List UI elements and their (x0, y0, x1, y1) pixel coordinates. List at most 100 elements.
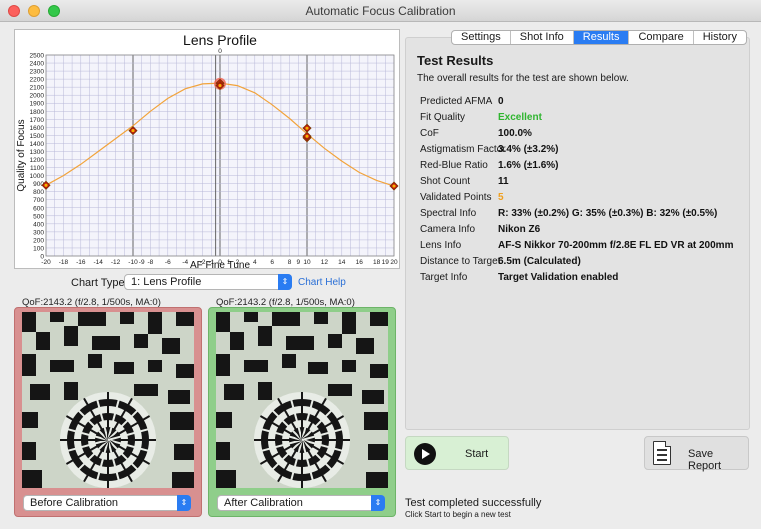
y-tick-label: 100 (33, 245, 44, 252)
data-point-center (392, 184, 396, 188)
tab-bar: Settings Shot Info Results Compare Histo… (451, 30, 747, 45)
x-tick-label: 19 (382, 259, 390, 266)
result-row: Camera Info Nikon Z6 (420, 224, 750, 238)
result-key: Predicted AFMA (420, 96, 493, 107)
chart-type-label: Chart Type (71, 277, 125, 289)
x-tick-label: 20 (390, 259, 398, 266)
x-tick-label: 16 (356, 259, 364, 266)
before-calibration-panel: Before Calibration ⇕ (14, 307, 202, 517)
save-report-label: Save Report (688, 448, 722, 472)
x-tick-label: 6 (270, 259, 274, 266)
before-calibration-select[interactable]: Before Calibration ⇕ (23, 495, 191, 511)
y-tick-label: 700 (33, 197, 44, 204)
tab-compare[interactable]: Compare (629, 31, 694, 44)
y-tick-label: 800 (33, 189, 44, 196)
result-key: Distance to Target (420, 256, 501, 267)
result-row: Distance to Target 6.5m (Calculated) (420, 256, 750, 270)
chart-type-select[interactable]: 1: Lens Profile ⇕ (124, 274, 292, 290)
before-select-value: Before Calibration (30, 497, 119, 509)
after-calibration-select[interactable]: After Calibration ⇕ (217, 495, 385, 511)
chart-title: Lens Profile (183, 32, 257, 48)
result-value: 11 (498, 176, 509, 187)
status-hint: Click Start to begin a new test (405, 510, 511, 519)
result-row: CoF 100.0% (420, 128, 750, 142)
x-tick-label: -20 (41, 259, 51, 266)
data-point-center (218, 83, 222, 88)
y-tick-label: 1600 (30, 125, 45, 132)
after-select-value: After Calibration (224, 497, 303, 509)
data-point-center (305, 134, 309, 138)
result-value: 0 (498, 96, 504, 107)
result-row: Fit Quality Excellent (420, 112, 750, 126)
x-tick-label: 12 (321, 259, 329, 266)
data-point-center (44, 183, 48, 187)
y-tick-label: 1700 (30, 117, 45, 124)
y-tick-label: 2500 (30, 53, 45, 60)
save-report-button[interactable]: Save Report (644, 436, 749, 472)
results-description: The overall results for the test are sho… (417, 73, 629, 84)
y-tick-label: 2300 (30, 69, 45, 76)
y-tick-label: 1100 (30, 165, 44, 172)
before-target-image (22, 312, 194, 488)
result-row: Target Info Target Validation enabled (420, 272, 750, 286)
y-tick-label: 2200 (30, 77, 45, 84)
play-icon (414, 443, 436, 465)
result-value: R: 33% (±0.2%) G: 35% (±0.3%) B: 32% (±0… (498, 208, 718, 219)
lens-profile-chart-svg: 0100200300400500600700800900100011001200… (16, 32, 399, 270)
result-key: Fit Quality (420, 112, 466, 123)
y-tick-label: 300 (33, 229, 44, 236)
tab-history[interactable]: History (694, 31, 746, 44)
y-tick-label: 600 (33, 205, 44, 212)
result-key: Astigmatism Factor (420, 144, 506, 155)
x-tick-label: -18 (59, 259, 69, 266)
result-key: Lens Info (420, 240, 462, 251)
result-row: Astigmatism Factor 3.4% (±3.2%) (420, 144, 750, 158)
tab-results[interactable]: Results (573, 31, 630, 44)
result-row: Predicted AFMA 0 (420, 96, 750, 110)
y-tick-label: 1000 (30, 173, 45, 180)
y-tick-label: 500 (33, 213, 44, 220)
result-row: Spectral Info R: 33% (±0.2%) G: 35% (±0.3… (420, 208, 750, 222)
top-marker-label: 0 (218, 48, 222, 55)
y-tick-label: 1500 (30, 133, 45, 140)
x-tick-label: -4 (182, 259, 188, 266)
y-axis-label: Quality of Focus (16, 119, 27, 191)
result-value: 1.6% (±1.6%) (498, 160, 559, 171)
result-value: Excellent (498, 112, 542, 123)
result-value: 100.0% (498, 128, 532, 139)
result-value: Target Validation enabled (498, 272, 619, 283)
result-key: Red-Blue Ratio (420, 160, 488, 171)
start-button[interactable]: Start (405, 436, 509, 470)
chart-help-link[interactable]: Chart Help (298, 277, 346, 288)
y-tick-label: 400 (33, 221, 44, 228)
x-tick-label: -6 (165, 259, 171, 266)
results-panel: Test Results The overall results for the… (405, 37, 750, 430)
x-tick-label: -16 (76, 259, 86, 266)
y-tick-label: 2000 (30, 93, 45, 100)
tab-shot-info[interactable]: Shot Info (511, 31, 574, 44)
y-tick-label: 2400 (30, 61, 45, 68)
result-key: Shot Count (420, 176, 471, 187)
chart-type-value: 1: Lens Profile (131, 276, 202, 288)
result-key: Camera Info (420, 224, 476, 235)
result-key: Validated Points (420, 192, 492, 203)
result-key: Spectral Info (420, 208, 477, 219)
x-tick-label: 8 (288, 259, 292, 266)
app-window: Automatic Focus Calibration 0 100 200 300 40… (0, 0, 761, 529)
result-value: Nikon Z6 (498, 224, 541, 235)
x-tick-label: -14 (93, 259, 103, 266)
result-value: 3.4% (±3.2%) (498, 144, 559, 155)
data-point-center (131, 128, 135, 133)
report-icon (653, 441, 671, 465)
result-key: Target Info (420, 272, 468, 283)
chevron-updown-icon: ⇕ (278, 274, 292, 290)
chevron-updown-icon: ⇕ (177, 495, 191, 511)
y-tick-label: 1800 (30, 109, 45, 116)
tab-settings[interactable]: Settings (452, 31, 511, 44)
x-tick-label: 14 (338, 259, 346, 266)
result-value: 5 (498, 192, 504, 203)
data-point-center (305, 126, 309, 130)
y-tick-label: 2100 (30, 85, 45, 92)
results-title: Test Results (417, 53, 494, 68)
result-row: Lens Info AF-S Nikkor 70-200mm f/2.8E FL … (420, 240, 750, 254)
